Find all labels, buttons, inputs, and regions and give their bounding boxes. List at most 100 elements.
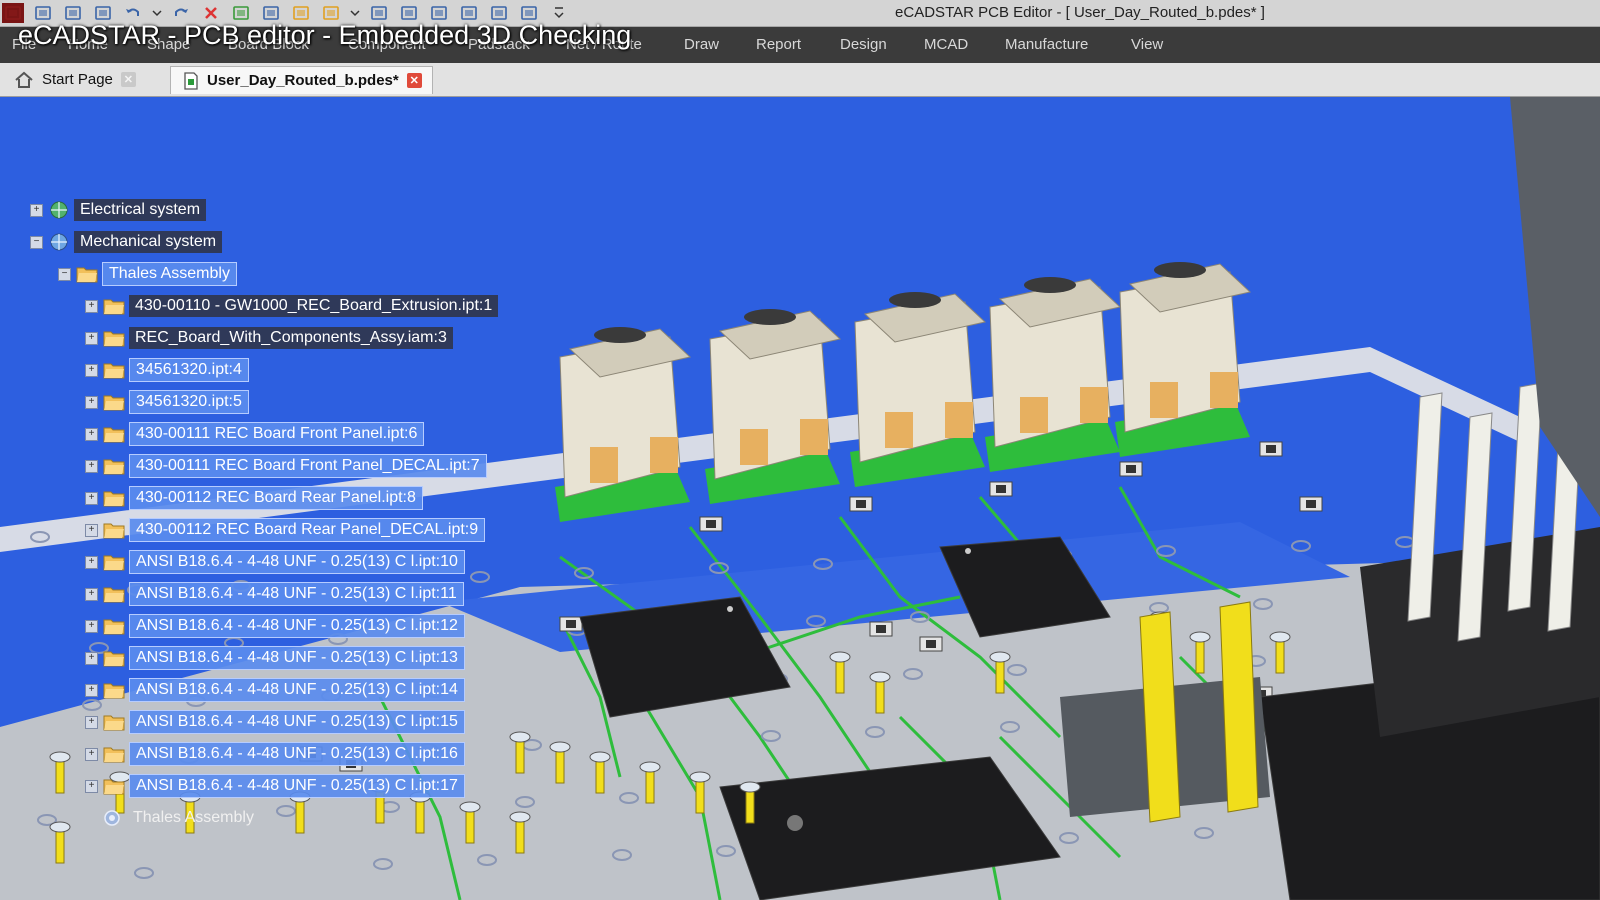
connector-cap (1024, 277, 1076, 293)
tab-start-page[interactable]: Start Page ✕ (14, 66, 136, 93)
tab-user-day-routed[interactable]: User_Day_Routed_b.pdes* ✕ (170, 66, 433, 94)
resistor-body (926, 640, 936, 648)
connector-pad (885, 412, 913, 448)
connector-pad (740, 429, 768, 465)
connector-pad (1080, 387, 1108, 423)
tree-node-part[interactable]: + ANSI B18.6.4 - 4-48 UNF - 0.25(13) C l… (85, 549, 465, 575)
expand-icon[interactable]: + (85, 299, 98, 313)
expand-icon[interactable]: + (85, 619, 98, 633)
tree-node-label: ANSI B18.6.4 - 4-48 UNF - 0.25(13) C l.i… (129, 614, 465, 638)
resistor-body (996, 485, 1006, 493)
tree-node-label: Electrical system (74, 199, 207, 221)
tree-node-part[interactable]: + 34561320.ipt:4 (85, 357, 249, 383)
3d-viewport[interactable]: + Electrical system − Mechanical system … (0, 97, 1600, 900)
pin-head (989, 651, 1011, 663)
tree-node-part[interactable]: + 430-00111 REC Board Front Panel_DECAL.… (85, 453, 487, 479)
expand-icon[interactable]: + (85, 715, 98, 729)
folder-icon (103, 363, 125, 379)
tab-start-page-label: Start Page (42, 71, 113, 88)
pin-head (739, 781, 761, 793)
tree-node-thales-assembly-ref[interactable]: Thales Assembly (101, 805, 260, 831)
pin-head (869, 671, 891, 683)
expand-icon[interactable]: + (85, 363, 98, 377)
assembly-icon (104, 810, 120, 826)
expand-icon[interactable]: + (85, 747, 98, 761)
tree-node-part[interactable]: + ANSI B18.6.4 - 4-48 UNF - 0.25(13) C l… (85, 677, 465, 703)
resistor-body (1306, 500, 1316, 508)
expand-icon[interactable]: + (85, 459, 98, 473)
resistor-body (706, 520, 716, 528)
tree-node-part[interactable]: + ANSI B18.6.4 - 4-48 UNF - 0.25(13) C l… (85, 581, 464, 607)
folder-icon (103, 683, 125, 699)
expand-icon[interactable]: + (85, 651, 98, 665)
tree-node-part[interactable]: + 430-00110 - GW1000_REC_Board_Extrusion… (85, 293, 499, 319)
collapse-icon[interactable]: − (30, 235, 43, 249)
pin-head (639, 761, 661, 773)
tree-node-label: REC_Board_With_Components_Assy.iam:3 (129, 327, 453, 349)
tree-node-part[interactable]: + ANSI B18.6.4 - 4-48 UNF - 0.25(13) C l… (85, 741, 465, 767)
collapse-icon[interactable]: − (58, 267, 71, 281)
close-icon[interactable]: ✕ (120, 72, 136, 87)
folder-icon (103, 299, 125, 315)
expand-icon[interactable]: + (85, 427, 98, 441)
expand-icon[interactable]: + (85, 683, 98, 697)
expand-icon[interactable]: + (85, 587, 98, 601)
folder-icon (103, 779, 125, 795)
pin-head (549, 741, 571, 753)
menu-manufacture[interactable]: Manufacture (1005, 36, 1088, 53)
expand-icon[interactable]: + (85, 555, 98, 569)
tree-node-label: ANSI B18.6.4 - 4-48 UNF - 0.25(13) C l.i… (129, 742, 465, 766)
tree-node-label: ANSI B18.6.4 - 4-48 UNF - 0.25(13) C l.i… (129, 646, 465, 670)
tree-node-label: 430-00111 REC Board Front Panel_DECAL.ip… (129, 454, 487, 478)
tree-node-label: Thales Assembly (133, 809, 254, 826)
tree-node-label: 430-00112 REC Board Rear Panel_DECAL.ipt… (129, 518, 486, 542)
connector-cap (889, 292, 941, 308)
tree-node-thales-assembly[interactable]: − Thales Assembly (58, 261, 237, 287)
window-title: eCADSTAR PCB Editor - [ User_Day_Routed_… (895, 4, 1265, 21)
video-title-overlay: eCADSTAR - PCB editor - Embedded 3D Chec… (18, 20, 632, 50)
globe-icon (50, 233, 68, 251)
connector-cap (594, 327, 646, 343)
tree-node-mechanical-system[interactable]: − Mechanical system (30, 229, 223, 255)
tree-node-label: 430-00110 - GW1000_REC_Board_Extrusion.i… (129, 295, 499, 317)
ic-marker (727, 606, 733, 612)
expand-icon[interactable]: + (85, 331, 98, 345)
tree-node-part[interactable]: + 430-00112 REC Board Rear Panel_DECAL.i… (85, 517, 486, 543)
folder-icon (103, 619, 125, 635)
tree-node-part[interactable]: + ANSI B18.6.4 - 4-48 UNF - 0.25(13) C l… (85, 645, 465, 671)
connector-cap (744, 309, 796, 325)
tree-node-part[interactable]: + REC_Board_With_Components_Assy.iam:3 (85, 325, 453, 351)
folder-icon (103, 459, 125, 475)
expand-icon[interactable]: + (85, 523, 98, 537)
menu-view[interactable]: View (1131, 36, 1163, 53)
expand-icon[interactable]: + (85, 779, 98, 793)
tree-node-part[interactable]: + ANSI B18.6.4 - 4-48 UNF - 0.25(13) C l… (85, 613, 465, 639)
expand-icon[interactable]: + (85, 395, 98, 409)
folder-icon (103, 331, 125, 347)
tree-node-label: ANSI B18.6.4 - 4-48 UNF - 0.25(13) C l.i… (129, 550, 465, 574)
tree-node-label: 430-00111 REC Board Front Panel.ipt:6 (129, 422, 425, 446)
home-icon (15, 71, 33, 88)
pin-head (1189, 631, 1211, 643)
pin-head (829, 651, 851, 663)
tree-node-electrical-system[interactable]: + Electrical system (30, 197, 207, 223)
tree-node-part[interactable]: + ANSI B18.6.4 - 4-48 UNF - 0.25(13) C l… (85, 773, 465, 799)
menu-mcad[interactable]: MCAD (924, 36, 968, 53)
folder-icon (103, 651, 125, 667)
close-icon[interactable]: ✕ (406, 73, 422, 88)
tree-node-part[interactable]: + 34561320.ipt:5 (85, 389, 249, 415)
tree-node-part[interactable]: + ANSI B18.6.4 - 4-48 UNF - 0.25(13) C l… (85, 709, 465, 735)
menu-report[interactable]: Report (756, 36, 801, 53)
document-tab-bar: Start Page ✕ User_Day_Routed_b.pdes* ✕ (0, 63, 1600, 98)
menu-draw[interactable]: Draw (684, 36, 719, 53)
tree-node-part[interactable]: + 430-00111 REC Board Front Panel.ipt:6 (85, 421, 425, 447)
resistor-body (566, 620, 576, 628)
globe-icon (50, 201, 68, 219)
connector-pad (1020, 397, 1048, 433)
tree-node-part[interactable]: + 430-00112 REC Board Rear Panel.ipt:8 (85, 485, 423, 511)
menu-design[interactable]: Design (840, 36, 887, 53)
expand-icon[interactable]: + (85, 491, 98, 505)
tree-node-label: ANSI B18.6.4 - 4-48 UNF - 0.25(13) C l.i… (129, 582, 464, 606)
folder-icon (103, 491, 125, 507)
expand-icon[interactable]: + (30, 203, 43, 217)
